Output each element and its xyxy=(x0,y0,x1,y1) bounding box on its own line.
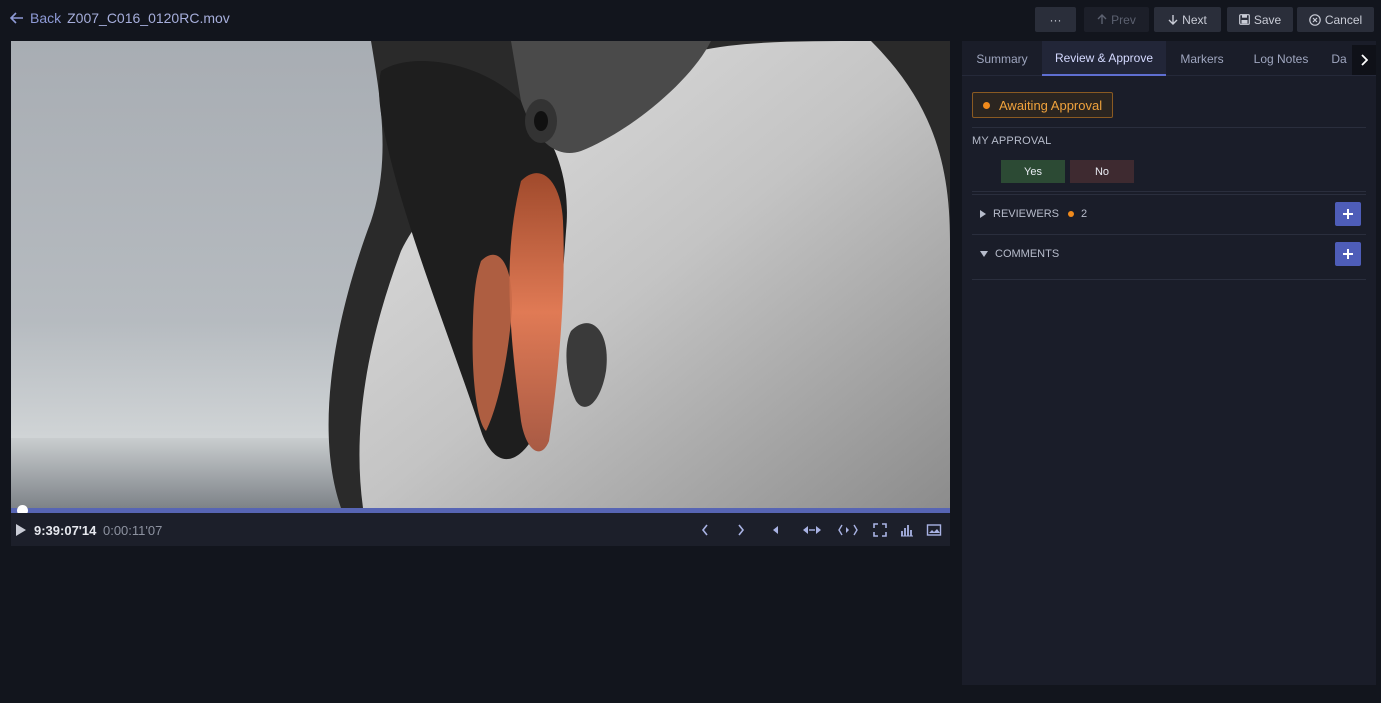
loop-range-icon[interactable] xyxy=(837,522,859,538)
video-viewport[interactable] xyxy=(11,41,950,508)
my-approval-heading: MY APPROVAL xyxy=(972,135,1052,147)
tab-log-notes[interactable]: Log Notes xyxy=(1238,41,1324,76)
arrow-down-icon xyxy=(1168,15,1178,25)
reviewers-section[interactable]: REVIEWERS 2 xyxy=(972,202,1366,226)
audio-levels-icon[interactable] xyxy=(899,522,915,538)
plus-icon xyxy=(1343,249,1353,259)
approve-no-button[interactable]: No xyxy=(1070,160,1134,183)
save-button[interactable]: Save xyxy=(1227,7,1293,32)
divider xyxy=(972,191,1366,192)
caret-right-icon[interactable] xyxy=(980,210,986,218)
tab-review-approve-label: Review & Approve xyxy=(1054,50,1154,65)
comments-heading: COMMENTS xyxy=(995,248,1060,260)
divider xyxy=(972,194,1366,195)
reviewers-count: 2 xyxy=(1081,208,1088,220)
play-range-icon[interactable] xyxy=(801,522,823,538)
tabs-scroll-right-button[interactable] xyxy=(1352,45,1376,75)
mark-in-icon[interactable] xyxy=(697,522,713,538)
player-controls: 9:39:07'14 0:00:11'07 xyxy=(11,513,950,546)
add-comment-button[interactable] xyxy=(1335,242,1361,266)
timecode-display: 9:39:07'14 0:00:11'07 xyxy=(34,523,162,538)
top-bar: Back Z007_C016_0120RC.mov ··· Prev Next … xyxy=(0,0,1381,38)
next-label: Next xyxy=(1182,12,1207,27)
comments-section[interactable]: COMMENTS xyxy=(972,242,1366,266)
yes-label: Yes xyxy=(1024,165,1042,178)
no-label: No xyxy=(1094,165,1110,178)
plus-icon xyxy=(1343,209,1353,219)
step-back-icon[interactable] xyxy=(768,522,784,538)
caret-down-icon[interactable] xyxy=(980,251,988,257)
back-label: Back xyxy=(30,10,62,26)
mark-out-icon[interactable] xyxy=(733,522,749,538)
fullscreen-icon[interactable] xyxy=(872,522,888,538)
divider xyxy=(972,127,1366,128)
tab-markers-label: Markers xyxy=(1180,51,1224,66)
arrow-left-icon xyxy=(10,12,23,24)
divider xyxy=(972,279,1366,280)
divider xyxy=(972,234,1366,235)
next-button[interactable]: Next xyxy=(1154,7,1221,32)
chevron-right-icon xyxy=(1361,54,1368,66)
tab-data[interactable]: Da xyxy=(1324,41,1354,76)
floppy-disk-icon xyxy=(1238,14,1250,25)
tab-summary[interactable]: Summary xyxy=(962,41,1042,76)
reviewers-count-dot-icon xyxy=(1068,211,1075,217)
more-button[interactable]: ··· xyxy=(1035,7,1076,32)
review-panel: Summary Review & Approve Markers Log Not… xyxy=(962,41,1376,685)
panel-tabs: Summary Review & Approve Markers Log Not… xyxy=(962,41,1376,76)
video-frame-image xyxy=(328,41,950,508)
play-icon[interactable] xyxy=(16,524,26,536)
more-label: ··· xyxy=(1049,12,1062,27)
reviewers-heading: REVIEWERS xyxy=(993,208,1060,220)
add-reviewer-button[interactable] xyxy=(1335,202,1361,226)
tab-log-notes-label: Log Notes xyxy=(1253,51,1309,66)
status-dot-icon xyxy=(983,102,990,109)
tab-data-label: Da xyxy=(1331,51,1347,66)
save-label: Save xyxy=(1253,12,1282,27)
tab-markers[interactable]: Markers xyxy=(1166,41,1238,76)
approve-yes-button[interactable]: Yes xyxy=(1001,160,1065,183)
prev-button[interactable]: Prev xyxy=(1084,7,1149,32)
tab-summary-label: Summary xyxy=(976,51,1028,66)
status-badge: Awaiting Approval xyxy=(972,92,1113,118)
duration-timecode: 0:00:11'07 xyxy=(102,523,163,538)
file-title: Z007_C016_0120RC.mov xyxy=(67,10,230,26)
status-label: Awaiting Approval xyxy=(999,97,1103,113)
prev-label: Prev xyxy=(1111,12,1136,27)
arrow-up-icon xyxy=(1097,14,1107,24)
cancel-label: Cancel xyxy=(1324,12,1363,27)
back-button[interactable]: Back Z007_C016_0120RC.mov xyxy=(10,10,230,26)
cancel-button[interactable]: Cancel xyxy=(1297,7,1374,32)
current-timecode: 9:39:07'14 xyxy=(34,523,97,538)
snapshot-image-icon[interactable] xyxy=(926,522,942,538)
close-circle-icon xyxy=(1309,13,1321,26)
tab-review-approve[interactable]: Review & Approve xyxy=(1042,41,1166,76)
